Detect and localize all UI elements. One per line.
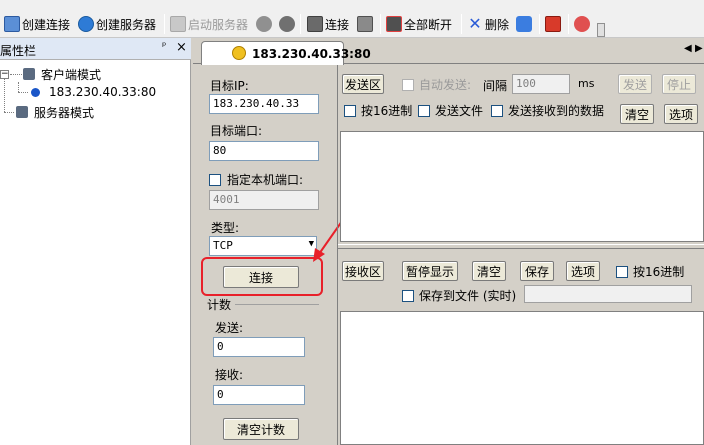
server-icon xyxy=(16,106,28,118)
receive-area: 接收区 暂停显示 清空 保存 选项 按16进制 保存到文件 (实时) xyxy=(338,250,704,445)
send-received-checkbox[interactable] xyxy=(491,104,503,117)
start-server-icon xyxy=(170,16,186,32)
tree-node-server-mode[interactable]: 服务器模式 xyxy=(4,103,94,121)
stop-icon xyxy=(279,16,295,32)
toolbar-separator xyxy=(461,14,462,34)
toolbar-separator xyxy=(380,14,381,34)
toolbar: 创建连接 创建服务器 启动服务器 连接 全部断开 ✕ 删除 xyxy=(0,0,704,38)
tree-node-client-mode[interactable]: − 客户端模式 xyxy=(0,65,101,83)
type-select[interactable]: TCP ▼ xyxy=(209,236,317,256)
stop-button[interactable] xyxy=(279,14,295,34)
disconnect-icon xyxy=(357,16,373,32)
auto-send-checkbox[interactable] xyxy=(402,78,414,91)
tab-connection[interactable]: 183.230.40.33:80 xyxy=(201,41,371,65)
receive-area-tab[interactable]: 接收区 xyxy=(342,261,384,281)
send-options-button[interactable]: 选项 xyxy=(664,104,698,124)
interval-label: 间隔 xyxy=(483,79,508,93)
new-server-button[interactable]: 创建服务器 xyxy=(78,14,156,34)
connection-status-icon xyxy=(31,87,40,97)
save-to-file-checkbox[interactable] xyxy=(402,289,414,302)
panel-title: 属性栏 xyxy=(0,44,37,58)
interval-unit: ms xyxy=(578,77,595,90)
recv-count-field: 0 xyxy=(213,385,305,405)
connect-button[interactable]: 连接 xyxy=(223,266,299,288)
start-server-button[interactable]: 启动服务器 xyxy=(170,14,248,34)
help-button[interactable] xyxy=(574,14,590,34)
save-file-path-input[interactable] xyxy=(524,285,692,303)
send-count-field: 0 xyxy=(213,337,305,357)
send-count-label: 发送: xyxy=(215,321,244,335)
connect-button[interactable]: 连接 xyxy=(307,14,349,34)
recv-options-button[interactable]: 选项 xyxy=(566,261,600,281)
tab-scroll-left-icon[interactable]: ◀ xyxy=(684,43,692,54)
toolbar-separator xyxy=(539,14,540,34)
recv-save-button[interactable]: 保存 xyxy=(520,261,554,281)
send-button[interactable]: 发送 xyxy=(618,74,652,94)
recv-clear-button[interactable]: 清空 xyxy=(472,261,506,281)
send-textarea[interactable] xyxy=(340,131,704,242)
globe-icon xyxy=(78,16,94,32)
target-port-input[interactable]: 80 xyxy=(209,141,319,161)
receive-textarea[interactable] xyxy=(340,311,704,445)
collapse-icon[interactable]: − xyxy=(0,69,9,79)
count-group-label: 计数 xyxy=(207,298,232,312)
send-hex-row[interactable]: 按16进制 xyxy=(344,102,412,119)
network-icon xyxy=(516,16,532,32)
clear-count-button[interactable]: 清空计数 xyxy=(223,418,299,440)
client-icon xyxy=(23,68,35,80)
recv-hex-checkbox[interactable] xyxy=(616,265,628,278)
disconnect-button[interactable] xyxy=(357,14,373,34)
send-hex-checkbox[interactable] xyxy=(344,104,356,117)
help-icon xyxy=(574,16,590,32)
target-ip-label: 目标IP: xyxy=(210,79,249,93)
disconnect-all-button[interactable]: 全部断开 xyxy=(386,14,452,34)
network-button[interactable] xyxy=(516,14,532,34)
local-port-checkbox[interactable] xyxy=(209,173,221,186)
auto-send-row[interactable]: 自动发送: xyxy=(402,76,471,93)
send-area: 发送区 自动发送: 间隔 100 ms 发送 停止 按16进制 发送文件 发送接… xyxy=(338,64,704,244)
stop-send-button[interactable]: 停止 xyxy=(662,74,696,94)
power-icon xyxy=(545,16,561,32)
send-clear-button[interactable]: 清空 xyxy=(620,104,654,124)
local-port-input[interactable]: 4001 xyxy=(209,190,319,210)
local-port-checkbox-row[interactable]: 指定本机端口: xyxy=(209,171,303,188)
delete-icon: ✕ xyxy=(468,14,482,33)
send-area-tab[interactable]: 发送区 xyxy=(342,74,384,94)
disconnect-all-icon xyxy=(386,16,402,32)
new-connection-icon xyxy=(4,16,20,32)
type-label: 类型: xyxy=(211,221,240,235)
toolbar-separator xyxy=(164,14,165,34)
tab-scroll-right-icon[interactable]: ▶ xyxy=(695,43,703,54)
new-connection-button[interactable]: 创建连接 xyxy=(4,14,70,34)
panel-header: 属性栏 ᵖ × xyxy=(0,38,191,60)
recv-hex-row[interactable]: 按16进制 xyxy=(616,263,684,280)
power-button[interactable] xyxy=(545,14,561,34)
tab-bar: 183.230.40.33:80 ◀ ▶ xyxy=(193,38,704,65)
settings-button[interactable] xyxy=(256,14,272,34)
target-port-label: 目标端口: xyxy=(210,124,263,138)
connection-tab-icon xyxy=(232,46,246,60)
pin-icon[interactable]: ᵖ xyxy=(162,41,166,52)
send-received-row[interactable]: 发送接收到的数据 xyxy=(491,102,604,119)
connect-icon xyxy=(307,16,323,32)
count-divider xyxy=(235,304,319,305)
close-icon[interactable]: × xyxy=(176,40,187,55)
delete-button[interactable]: ✕ 删除 xyxy=(467,14,509,34)
horizontal-splitter[interactable] xyxy=(338,244,704,249)
property-panel: 属性栏 ᵖ × − 客户端模式 183.230.40.33:80 服务器模式 xyxy=(0,38,191,445)
target-ip-input[interactable]: 183.230.40.33 xyxy=(209,94,319,114)
tree-node-connection[interactable]: 183.230.40.33:80 xyxy=(18,83,156,101)
connection-workspace: 183.230.40.33:80 ◀ ▶ 目标IP: 183.230.40.33… xyxy=(193,38,704,445)
send-file-checkbox[interactable] xyxy=(418,104,430,117)
gear-icon xyxy=(256,16,272,32)
toolbar-separator xyxy=(300,14,301,34)
recv-count-label: 接收: xyxy=(215,368,244,382)
toolbar-overflow[interactable] xyxy=(597,20,605,40)
toolbar-separator xyxy=(568,14,569,34)
interval-input[interactable]: 100 xyxy=(512,74,570,94)
chevron-down-icon xyxy=(597,23,605,37)
send-file-row[interactable]: 发送文件 xyxy=(418,102,483,119)
pause-display-button[interactable]: 暂停显示 xyxy=(402,261,458,281)
save-to-file-row[interactable]: 保存到文件 (实时) xyxy=(402,287,516,304)
